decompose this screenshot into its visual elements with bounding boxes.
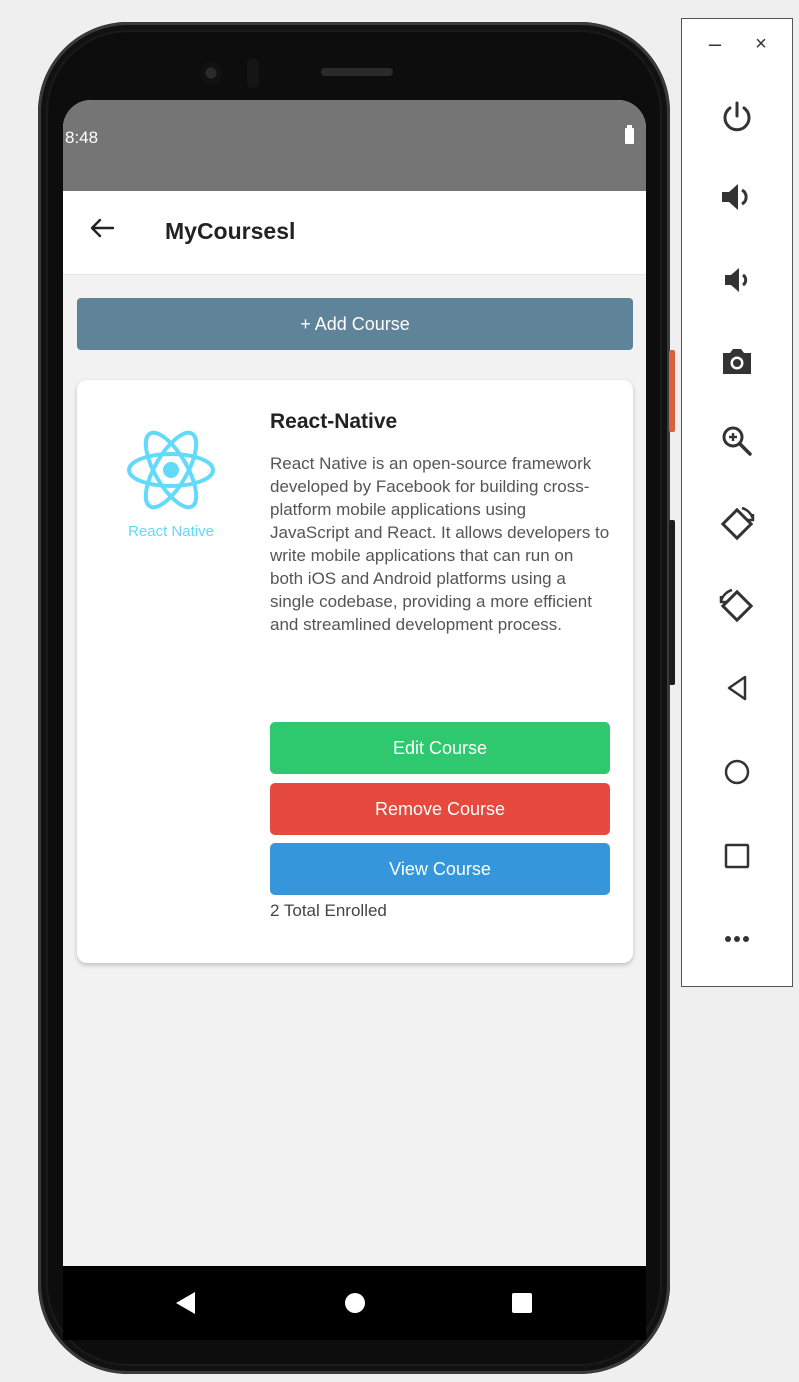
view-course-button[interactable]: View Course bbox=[270, 843, 610, 895]
edit-course-button[interactable]: Edit Course bbox=[270, 722, 610, 774]
device-screen: 8:48 MyCoursesl + Add Course React Nativ… bbox=[63, 100, 646, 1340]
back-arrow-icon[interactable] bbox=[87, 213, 117, 243]
back-icon[interactable] bbox=[717, 668, 757, 708]
phone-volume-rocker bbox=[669, 520, 675, 685]
proximity-sensor bbox=[247, 58, 259, 88]
zoom-in-icon[interactable] bbox=[717, 421, 757, 461]
close-button[interactable]: × bbox=[750, 33, 772, 55]
home-icon[interactable] bbox=[717, 752, 757, 792]
enrolled-count: 2 Total Enrolled bbox=[270, 901, 387, 920]
phone-power-button bbox=[669, 350, 675, 432]
course-description: React Native is an open-source framework… bbox=[270, 454, 610, 634]
nav-recent-apps-icon[interactable] bbox=[512, 1293, 532, 1313]
camera-icon[interactable] bbox=[717, 341, 757, 381]
app-header: MyCoursesl bbox=[63, 191, 646, 275]
rotate-right-icon[interactable] bbox=[717, 586, 757, 626]
logo-caption: React Native bbox=[128, 523, 214, 540]
earpiece-speaker bbox=[321, 68, 393, 76]
nav-back-icon[interactable] bbox=[176, 1292, 195, 1314]
front-camera bbox=[200, 62, 222, 84]
power-icon[interactable] bbox=[717, 97, 757, 137]
course-card: React Native React-Native React Native i… bbox=[77, 380, 633, 963]
react-logo-icon bbox=[127, 430, 215, 510]
volume-down-icon[interactable] bbox=[717, 260, 757, 300]
status-time: 8:48 bbox=[65, 128, 99, 147]
status-bar: 8:48 bbox=[63, 100, 646, 191]
battery-icon bbox=[625, 125, 634, 144]
page-title: MyCoursesl bbox=[165, 218, 296, 244]
nav-home-icon[interactable] bbox=[345, 1293, 365, 1313]
remove-course-button[interactable]: Remove Course bbox=[270, 783, 610, 835]
rotate-left-icon[interactable] bbox=[717, 504, 757, 544]
overview-icon[interactable] bbox=[717, 836, 757, 876]
add-course-button[interactable]: + Add Course bbox=[77, 298, 633, 350]
volume-up-icon[interactable] bbox=[717, 177, 757, 217]
emulator-control-panel: – × bbox=[681, 18, 793, 987]
minimize-button[interactable]: – bbox=[704, 33, 726, 55]
android-nav-bar bbox=[63, 1266, 646, 1340]
course-title: React-Native bbox=[270, 410, 398, 433]
more-icon[interactable] bbox=[717, 919, 757, 959]
